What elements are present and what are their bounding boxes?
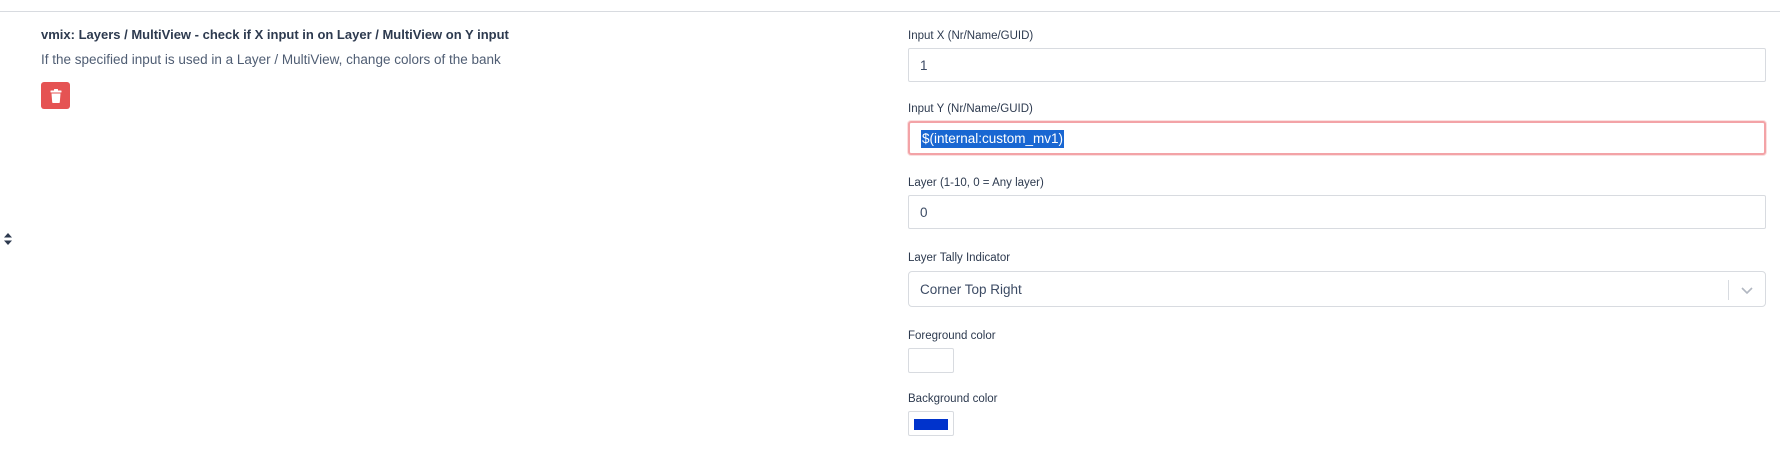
tally-indicator-select[interactable]: Corner Top Right <box>908 271 1766 307</box>
foreground-color-picker[interactable] <box>908 348 954 373</box>
input-y-field[interactable]: $(internal:custom_mv1) <box>908 121 1766 155</box>
action-description: If the specified input is used in a Laye… <box>41 52 501 67</box>
input-y-value: $(internal:custom_mv1) <box>921 130 1065 148</box>
trash-icon <box>50 88 61 103</box>
foreground-color-swatch <box>914 356 948 367</box>
input-x-field[interactable] <box>908 48 1766 82</box>
tally-indicator-value: Corner Top Right <box>920 282 1022 297</box>
action-title: vmix: Layers / MultiView - check if X in… <box>41 27 509 42</box>
foreground-color-label: Foreground color <box>908 330 996 342</box>
chevron-down-icon <box>1741 287 1753 295</box>
background-color-picker[interactable] <box>908 411 954 436</box>
background-color-swatch <box>914 419 948 430</box>
layer-label: Layer (1-10, 0 = Any layer) <box>908 177 1044 189</box>
row-divider <box>0 11 1780 12</box>
sort-icon[interactable] <box>3 232 13 246</box>
action-info: vmix: Layers / MultiView - check if X in… <box>41 26 861 109</box>
tally-indicator-label: Layer Tally Indicator <box>908 252 1011 264</box>
layer-field[interactable] <box>908 195 1766 229</box>
input-y-label: Input Y (Nr/Name/GUID) <box>908 103 1033 115</box>
delete-button[interactable] <box>41 82 70 109</box>
input-x-label: Input X (Nr/Name/GUID) <box>908 30 1034 42</box>
select-separator <box>1728 280 1729 300</box>
background-color-label: Background color <box>908 393 998 405</box>
